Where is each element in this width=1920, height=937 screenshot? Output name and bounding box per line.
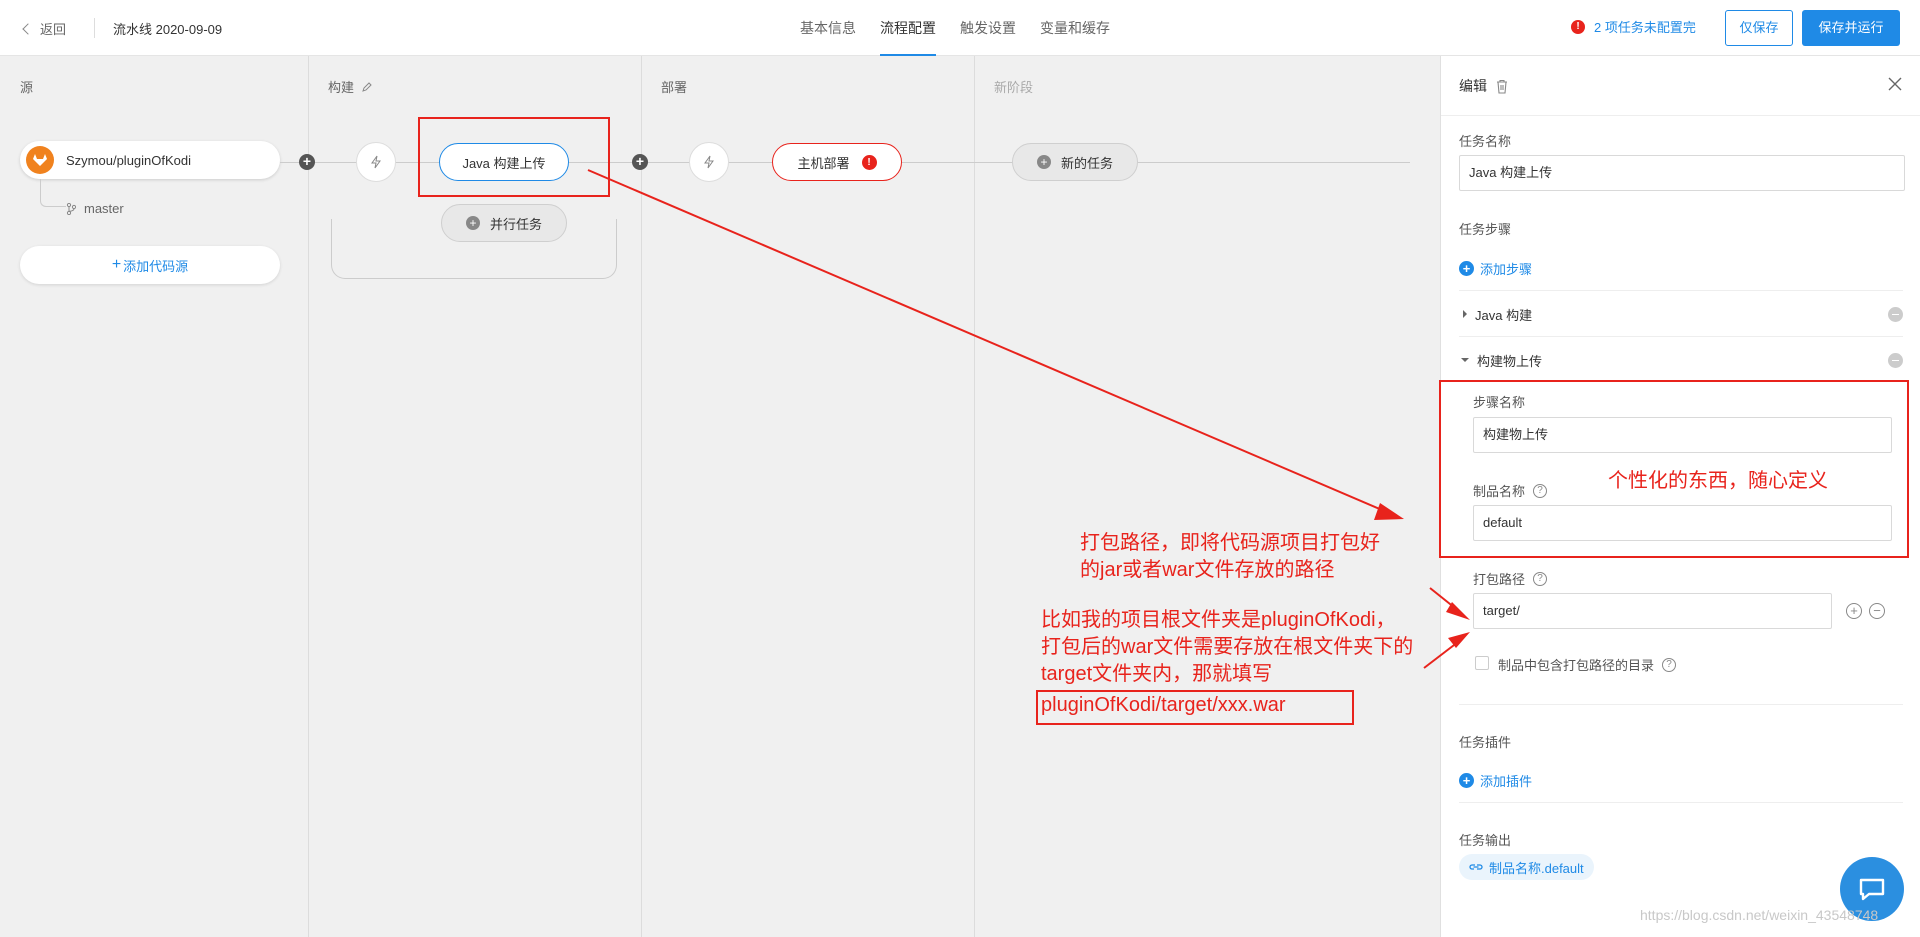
caret-right-icon	[1463, 310, 1467, 318]
column-build-title: 构建	[328, 80, 355, 95]
output-tag[interactable]: 制品名称.default	[1459, 854, 1594, 880]
panel-title: 编辑	[1459, 76, 1509, 96]
lightning-icon[interactable]	[356, 142, 396, 182]
task-label: 新的任务	[1060, 155, 1113, 171]
add-path-icon[interactable]: +	[1846, 603, 1862, 619]
save-button[interactable]: 仅保存	[1725, 10, 1793, 46]
column-divider	[308, 56, 309, 937]
plugins-label: 任务插件	[1459, 735, 1512, 750]
divider	[1459, 336, 1903, 337]
trash-icon[interactable]	[1495, 79, 1509, 94]
link-icon	[1469, 864, 1483, 870]
annotation-example-line-3: target文件夹内，那就填写	[1041, 663, 1273, 685]
add-new-task-button[interactable]: + 新的任务	[1012, 143, 1138, 181]
step-title: 构建物上传	[1477, 353, 1543, 369]
lightning-icon[interactable]	[689, 142, 729, 182]
column-divider	[641, 56, 642, 937]
task-host-deploy[interactable]: 主机部署 !	[772, 143, 902, 181]
output-label: 任务输出	[1459, 833, 1512, 848]
column-build-header: 构建	[328, 77, 372, 96]
warning-text: 2 项任务未配置完	[1594, 20, 1696, 35]
annotation-path-line-2: 的jar或者war文件存放的路径	[1080, 559, 1335, 581]
error-icon: !	[861, 154, 877, 170]
add-stage-icon[interactable]: +	[632, 154, 648, 170]
pipeline-canvas: 源 构建 部署 新阶段 Szymou/pluginOfKodi master +…	[0, 56, 1440, 937]
add-stage-icon[interactable]: +	[299, 154, 315, 170]
column-divider	[974, 56, 975, 937]
package-path-label-row: 打包路径 ?	[1473, 569, 1548, 588]
back-button[interactable]: 返回	[22, 19, 67, 38]
step-java-build[interactable]: Java 构建	[1459, 305, 1903, 323]
add-source-button[interactable]: + 添加代码源	[20, 246, 280, 284]
column-source-title: 源	[20, 80, 34, 95]
help-icon[interactable]: ?	[1533, 571, 1548, 586]
annotation-example-line-4: pluginOfKodi/target/xxx.war	[1041, 694, 1286, 716]
plus-circle-icon: +	[1459, 773, 1474, 788]
branch-name: master	[84, 201, 124, 216]
package-path-label: 打包路径	[1473, 572, 1526, 587]
plus-circle-icon: +	[1036, 155, 1051, 169]
add-step-button[interactable]: + 添加步骤	[1459, 259, 1532, 278]
remove-step-icon[interactable]	[1888, 306, 1903, 322]
divider	[1459, 802, 1903, 803]
column-deploy-title: 部署	[661, 80, 688, 95]
add-source-label: 添加代码源	[123, 258, 189, 274]
annotation-path-line-1: 打包路径，即将代码源项目打包好	[1080, 532, 1380, 554]
annotation-example-line-1: 比如我的项目根文件夹是pluginOfKodi，	[1041, 609, 1396, 631]
output-tag-label: 制品名称.default	[1489, 860, 1584, 876]
pencil-icon[interactable]	[362, 81, 372, 92]
close-icon[interactable]	[1887, 76, 1903, 92]
tab-flow-config[interactable]: 流程配置	[880, 0, 936, 56]
tab-bar: 基本信息 流程配置 触发设置 变量和缓存	[800, 0, 1134, 56]
chevron-left-icon	[22, 22, 34, 35]
caret-down-icon	[1461, 358, 1469, 362]
task-label: 主机部署	[797, 155, 850, 171]
include-dir-label: 制品中包含打包路径的目录	[1498, 658, 1655, 673]
divider	[1459, 704, 1903, 705]
plus-icon: +	[111, 256, 122, 273]
annotation-custom-note: 个性化的东西，随心定义	[1608, 470, 1828, 492]
repo-name: Szymou/pluginOfKodi	[66, 152, 192, 168]
back-label: 返回	[40, 22, 67, 37]
add-plugin-label: 添加插件	[1480, 774, 1533, 789]
pipeline-title: 流水线 2020-09-09	[113, 22, 223, 37]
top-header: 返回 流水线 2020-09-09 基本信息 流程配置 触发设置 变量和缓存 !…	[0, 0, 1920, 56]
tab-trigger-settings[interactable]: 触发设置	[960, 0, 1016, 56]
branch-icon	[66, 202, 76, 215]
unconfigured-warning[interactable]: ! 2 项任务未配置完	[1571, 17, 1696, 36]
add-step-label: 添加步骤	[1480, 262, 1533, 277]
task-steps-label: 任务步骤	[1459, 222, 1512, 237]
divider	[1459, 290, 1903, 291]
step-artifact-upload[interactable]: 构建物上传	[1459, 351, 1903, 369]
source-repo-card[interactable]: Szymou/pluginOfKodi	[20, 141, 280, 179]
header-divider	[94, 18, 95, 38]
branch-connector	[40, 179, 66, 207]
column-new-stage-title: 新阶段	[994, 80, 1034, 95]
remove-path-icon[interactable]: −	[1869, 603, 1885, 619]
add-parallel-task-button[interactable]: + 并行任务	[441, 204, 567, 242]
task-name-input[interactable]: Java 构建上传	[1459, 155, 1905, 191]
task-label: 并行任务	[489, 216, 542, 232]
annotation-example-line-2: 打包后的war文件需要存放在根文件夹下的	[1041, 636, 1414, 658]
remove-step-icon[interactable]	[1888, 352, 1903, 368]
error-icon: !	[1571, 19, 1585, 34]
gitlab-icon	[26, 146, 54, 174]
include-dir-label-row: 制品中包含打包路径的目录 ?	[1498, 655, 1677, 674]
plus-circle-icon: +	[1459, 261, 1474, 276]
save-and-run-button[interactable]: 保存并运行	[1802, 10, 1900, 46]
watermark: https://blog.csdn.net/weixin_43548748	[1640, 907, 1879, 923]
package-path-input[interactable]: target/	[1473, 593, 1832, 629]
branch-item[interactable]: master	[66, 201, 124, 216]
panel-title-text: 编辑	[1459, 78, 1487, 94]
include-dir-checkbox[interactable]	[1475, 656, 1489, 670]
panel-header: 编辑	[1441, 56, 1920, 116]
tab-basic-info[interactable]: 基本信息	[800, 0, 856, 56]
annotation-box-task	[418, 117, 610, 197]
add-plugin-button[interactable]: + 添加插件	[1459, 771, 1532, 790]
tab-variables-cache[interactable]: 变量和缓存	[1040, 0, 1110, 56]
task-name-label: 任务名称	[1459, 134, 1512, 149]
step-title: Java 构建	[1475, 307, 1533, 323]
plus-circle-icon: +	[465, 216, 480, 230]
help-icon[interactable]: ?	[1662, 657, 1677, 672]
